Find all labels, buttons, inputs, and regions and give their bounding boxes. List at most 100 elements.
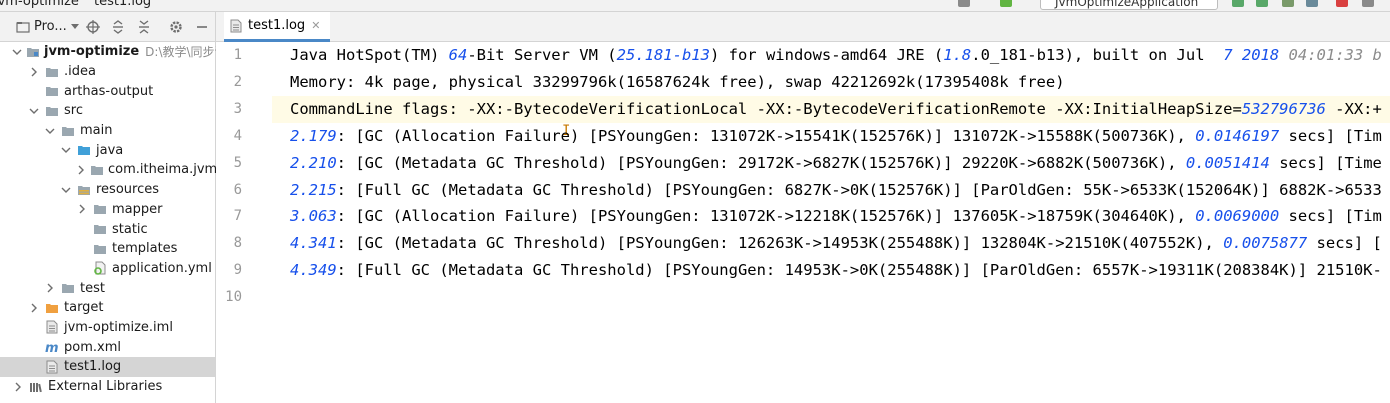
close-icon[interactable]: ✕ <box>311 19 320 32</box>
tab-label: test1.log <box>248 18 306 33</box>
tree-item-label: jvm-optimize.iml <box>64 319 173 335</box>
tree-item[interactable]: resources <box>0 180 215 200</box>
numeric-literal: 3.063 <box>290 207 337 226</box>
tree-item[interactable]: External Libraries <box>0 377 215 397</box>
numeric-literal: 2.179 <box>290 126 337 145</box>
coverage-icon[interactable] <box>1282 0 1294 7</box>
yaml-file-icon <box>92 261 108 276</box>
code-line: 2.215: [Full GC (Metadata GC Threshold) … <box>290 177 1382 204</box>
run-config-select[interactable]: JvmOptimizeApplication <box>1040 0 1218 10</box>
chevron-right-icon[interactable] <box>76 164 86 176</box>
numeric-literal: 0.0069000 <box>1195 207 1280 226</box>
tree-item-path: D:\教学\同步课 <box>145 45 227 60</box>
expand-all-icon[interactable] <box>110 19 126 35</box>
numeric-literal: 4.349 <box>290 261 337 280</box>
tree-item[interactable]: java <box>0 140 215 160</box>
tree-item[interactable]: src <box>0 101 215 121</box>
code-text: CommandLine flags: -XX:-BytecodeVerifica… <box>290 99 1242 118</box>
tree-item[interactable]: mapper <box>0 200 215 220</box>
build-hammer-icon[interactable] <box>1000 0 1012 7</box>
user-icon[interactable] <box>958 0 970 7</box>
tree-item[interactable]: templates <box>0 239 215 259</box>
search-everywhere-icon[interactable] <box>1362 0 1374 7</box>
code-text: .0_181-b13), built on Jul <box>971 46 1224 64</box>
chevron-right-icon[interactable] <box>28 302 40 314</box>
project-panel: Pro... jvm-optimize D:\教学\同步课 .idea arthas-… <box>0 12 227 403</box>
chevron-down-icon[interactable] <box>44 125 56 137</box>
profile-icon[interactable] <box>1306 0 1318 7</box>
chevron-right-icon[interactable] <box>44 282 56 294</box>
chevron-down-icon[interactable] <box>12 46 22 58</box>
chevron-down-icon[interactable] <box>60 184 72 196</box>
editor-tabs: test1.log ✕ <box>216 12 1390 42</box>
breadcrumb-file[interactable]: test1.log <box>94 0 151 9</box>
numeric-literal: 4.341 <box>290 234 337 253</box>
hide-panel-icon[interactable] <box>194 19 210 35</box>
tree-item-label: test1.log <box>64 359 122 375</box>
tree-item[interactable]: com.itheima.jvm <box>0 160 217 180</box>
project-view-selector[interactable]: Pro... <box>16 19 79 34</box>
line-number: 8 <box>233 235 242 252</box>
chevron-right-icon[interactable] <box>28 66 40 78</box>
tree-item[interactable]: m pom.xml <box>0 337 215 357</box>
tree-item[interactable]: test <box>0 278 215 298</box>
stop-icon[interactable] <box>1336 0 1348 7</box>
tab-test1-log[interactable]: test1.log ✕ <box>224 12 331 42</box>
gear-icon[interactable] <box>168 19 184 35</box>
line-number: 7 <box>233 208 242 225</box>
numeric-literal: 64 <box>448 46 468 64</box>
tree-item-label: main <box>80 123 113 139</box>
tree-item-label: target <box>64 300 104 316</box>
numeric-literal: 2.210 <box>290 153 337 172</box>
resources-folder-icon <box>76 183 92 197</box>
line-number: 4 <box>233 127 242 144</box>
tree-item[interactable]: test1.log <box>0 357 215 377</box>
breadcrumb-project[interactable]: jvm-optimize <box>0 0 79 9</box>
project-folder-icon <box>16 21 30 33</box>
tree-item[interactable]: jvm-optimize.iml <box>0 318 215 338</box>
tree-item[interactable]: .idea <box>0 62 215 82</box>
tree-item-label: static <box>112 221 148 237</box>
code-text: 04:01:33 b <box>1279 46 1382 64</box>
tree-item[interactable]: static <box>0 219 215 239</box>
chevron-down-icon[interactable] <box>60 144 72 156</box>
folder-icon <box>90 163 104 177</box>
code-line: 4.349: [Full GC (Metadata GC Threshold) … <box>290 257 1382 284</box>
file-icon <box>44 320 60 334</box>
collapse-all-icon[interactable] <box>136 19 152 35</box>
folder-icon <box>44 65 60 79</box>
maven-icon: m <box>44 340 60 354</box>
chevron-right-icon[interactable] <box>12 381 24 393</box>
numeric-literal: 532796736 <box>1241 99 1326 118</box>
code-text: : [GC (Metadata GC Threshold) [PSYoungGe… <box>336 234 1224 253</box>
code-view[interactable]: 1 2 3 4 5 6 7 8 9 10 I Java HotSpot(TM) 64-Bit Se… <box>216 42 1390 403</box>
tree-item[interactable]: application.yml <box>0 259 215 279</box>
code-line: 2.179: [GC (Allocation Failure) [PSYoung… <box>290 123 1382 150</box>
folder-icon <box>60 124 76 138</box>
module-icon <box>26 45 40 59</box>
debug-icon[interactable] <box>1256 0 1268 7</box>
tree-item[interactable]: main <box>0 121 215 141</box>
run-icon[interactable] <box>1232 0 1244 7</box>
numeric-literal: 0.0051414 <box>1185 153 1270 172</box>
code-text: : [GC (Allocation Failure) [PSYoungGen: … <box>336 207 1196 226</box>
locate-file-icon[interactable] <box>85 19 101 35</box>
tree-item[interactable]: target <box>0 298 215 318</box>
folder-icon <box>60 281 76 295</box>
code-line: 3.063: [GC (Allocation Failure) [PSYoung… <box>290 203 1382 230</box>
line-number: 3 <box>233 100 242 117</box>
chevron-down-icon <box>70 23 79 29</box>
tree-item[interactable]: arthas-output <box>0 81 215 101</box>
log-file-icon <box>230 19 242 32</box>
tree-item-label: resources <box>96 182 160 198</box>
tree-item[interactable]: jvm-optimize D:\教学\同步课 <box>0 42 227 62</box>
code-text: Memory: 4k page, physical 33299796k(1658… <box>290 72 1065 91</box>
code-text: -Bit Server VM ( <box>467 46 617 64</box>
chevron-right-icon[interactable] <box>76 203 88 215</box>
numeric-literal: 2.215 <box>290 180 337 199</box>
chevron-down-icon[interactable] <box>28 105 40 117</box>
